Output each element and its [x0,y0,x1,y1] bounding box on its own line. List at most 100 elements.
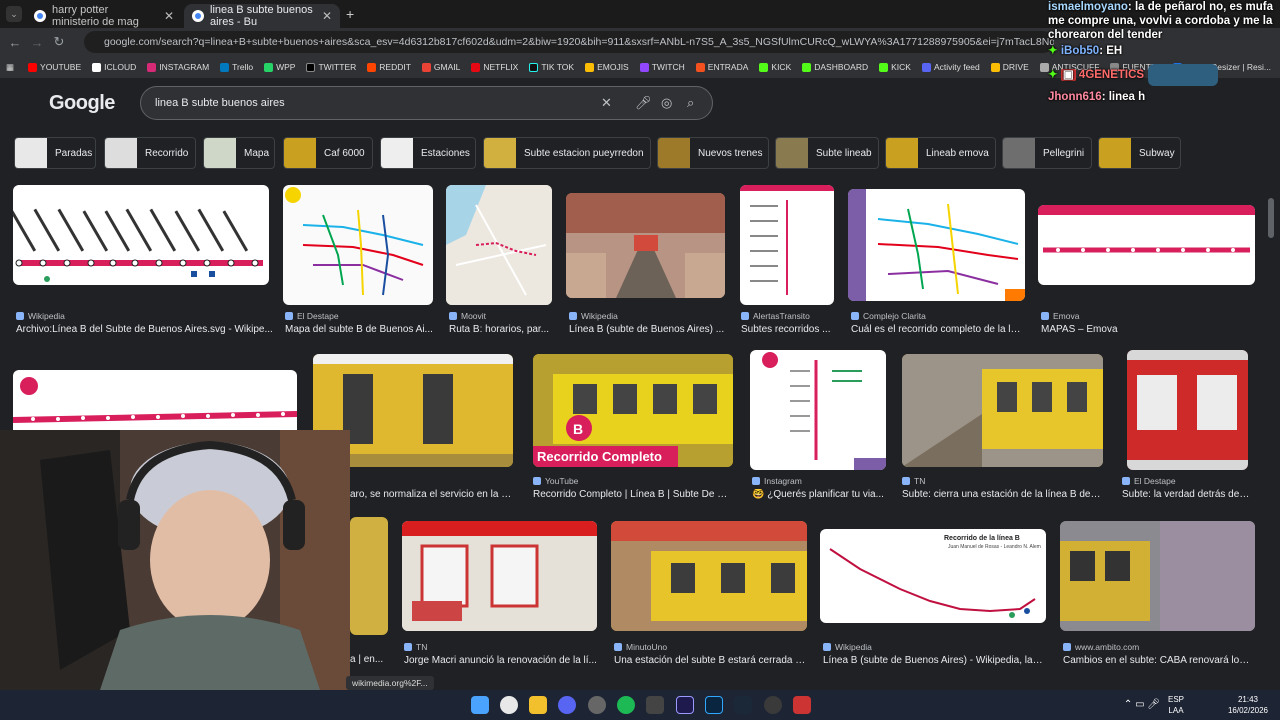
result-title[interactable]: Una estación del subte B estará cerrada … [614,655,807,666]
chip-pellegrini[interactable]: Pellegrini [1002,137,1092,169]
result-image-train-interior[interactable] [402,521,597,631]
result-source[interactable]: YouTube [533,476,578,486]
bookmark-kick-2[interactable]: KICK [879,62,911,72]
result-title[interactable]: Recorrido Completo | Línea B | Subte De … [533,489,733,500]
bookmark-dashboard[interactable]: DASHBOARD [802,62,868,72]
result-source[interactable]: El Destape [1122,476,1176,486]
tab-search-button[interactable]: ⌄ [6,6,22,22]
result-image-route-list[interactable] [740,185,834,305]
result-image-partial[interactable] [350,517,388,635]
bookmark-tiktok[interactable]: TIK TOK [529,62,574,72]
chip-lineab-emova[interactable]: Lineab emova [885,137,996,169]
apps-icon[interactable]: ▦ [6,62,14,73]
tray-icons[interactable]: ⌃ ▭ 🎤︎ [1124,699,1160,710]
clock[interactable]: 21:43 16/02/2026 [1228,694,1268,716]
mic-icon[interactable]: 🎤︎ [635,95,652,111]
google-logo[interactable]: Google [49,92,115,115]
result-image-network-map[interactable] [848,189,1025,301]
search-box[interactable]: linea B subte buenos aires ✕ 🎤︎ ◎ ⌕ [140,86,713,120]
result-source[interactable]: Wikipedia [823,642,872,652]
bookmark-kick[interactable]: KICK [759,62,791,72]
chrome-icon[interactable] [500,696,518,714]
chip-estaciones[interactable]: Estaciones [380,137,476,169]
chip-paradas[interactable]: Paradas [14,137,96,169]
result-source[interactable]: Complejo Clarita [851,311,926,321]
bookmark-instagram[interactable]: INSTAGRAM [147,62,209,72]
result-image-red-train[interactable] [1127,350,1248,470]
result-title[interactable]: Subtes recorridos ... [741,324,833,335]
result-source[interactable]: Instagram [752,476,802,486]
windows-start-icon[interactable] [471,696,489,714]
result-title[interactable]: Mapa del subte B de Buenos Ai... [285,324,433,335]
result-image-route-map[interactable]: Recorrido de la línea B Juan Manuel de R… [820,529,1046,623]
result-image-subte-map[interactable] [283,185,433,305]
bookmark-activity-feed[interactable]: Activity feed [921,62,980,72]
file-explorer-icon[interactable] [529,696,547,714]
result-title[interactable]: Línea B (subte de Buenos Aires) ... [569,324,729,335]
bookmark-emojis[interactable]: EMOJIS [585,62,629,72]
bookmark-entrada[interactable]: ENTRADA [695,62,748,72]
bookmark-reddit[interactable]: REDDIT [367,62,411,72]
chip-mapa[interactable]: Mapa [203,137,275,169]
premiere-icon[interactable] [676,696,694,714]
bookmark-gmail[interactable]: GMAIL [421,62,460,72]
bookmark-twitch[interactable]: TWITCH [639,62,685,72]
close-tab-icon[interactable]: ✕ [322,9,332,23]
chip-nuevos-trenes[interactable]: Nuevos trenes [657,137,769,169]
spotify-icon[interactable] [617,696,635,714]
clear-icon[interactable]: ✕ [601,95,612,111]
result-image-line-diagram[interactable] [13,185,269,285]
result-image-youtube-thumb[interactable]: B Recorrido Completo [533,354,733,467]
result-title[interactable]: 🤓 ¿Querés planificar tu via... [752,489,886,500]
result-title[interactable]: a | en... [350,654,390,665]
result-title[interactable]: Cuál es el recorrido completo de la lí..… [851,324,1021,335]
reload-icon[interactable]: ↻ [48,34,70,50]
chip-subway[interactable]: Subway [1098,137,1181,169]
lens-icon[interactable]: ◎ [661,95,672,111]
result-image-moovit-map[interactable] [446,185,552,305]
result-source[interactable]: MinutoUno [614,642,667,652]
bookmark-icloud[interactable]: ICLOUD [92,62,136,72]
scrollbar-thumb[interactable] [1268,198,1274,238]
close-tab-icon[interactable]: ✕ [164,9,174,23]
result-source[interactable]: Wikipedia [569,311,618,321]
result-title[interactable]: Línea B (subte de Buenos Aires) - Wikipe… [823,655,1045,666]
new-tab-icon[interactable]: + [346,6,354,22]
result-source[interactable]: TN [404,642,427,652]
discord-icon[interactable] [558,696,576,714]
result-image-old-train[interactable] [1060,521,1255,631]
photoshop-icon[interactable] [705,696,723,714]
result-source[interactable]: Moovit [449,311,486,321]
result-image-station-interior[interactable] [566,193,725,298]
obs-icon[interactable] [588,696,606,714]
result-source[interactable]: El Destape [285,311,339,321]
result-source[interactable]: TN [902,476,925,486]
result-image-subte-platform[interactable] [902,354,1103,467]
result-title[interactable]: MAPAS – Emova [1041,324,1255,335]
steam-icon[interactable] [734,696,752,714]
result-title[interactable]: aro, se normaliza el servicio en la lí..… [350,489,513,500]
result-image-instagram-map[interactable] [750,350,886,470]
edge-icon[interactable] [764,696,782,714]
chip-subte-lineab[interactable]: Subte lineab [775,137,879,169]
tab-harry-potter[interactable]: harry potter ministerio de mag ✕ [26,4,182,28]
bookmark-drive[interactable]: DRIVE [990,62,1029,72]
forward-icon[interactable]: → [26,35,48,50]
bookmark-netflix[interactable]: NETFLIX [471,62,518,72]
language-indicator[interactable]: ESP LAA [1168,694,1184,716]
result-source[interactable]: AlertasTransito [741,311,810,321]
app-icon[interactable] [646,696,664,714]
result-title[interactable]: Cambios en el subte: CABA renovará los .… [1063,655,1253,666]
back-icon[interactable]: ← [4,35,26,50]
bookmark-trello[interactable]: Trello [220,62,253,72]
search-input[interactable]: linea B subte buenos aires [155,97,285,109]
result-source[interactable]: www.ambito.com [1063,642,1139,652]
tab-linea-b[interactable]: linea B subte buenos aires - Bu ✕ [184,4,340,28]
result-title[interactable]: Ruta B: horarios, par... [449,324,553,335]
bookmark-twitter[interactable]: TWITTER [306,62,356,72]
bookmark-wpp[interactable]: WPP [264,62,295,72]
app-red-icon[interactable] [793,696,811,714]
chip-recorrido[interactable]: Recorrido [104,137,196,169]
result-title[interactable]: Archivo:Línea B del Subte de Buenos Aire… [16,324,276,335]
bookmark-youtube[interactable]: YOUTUBE [28,62,81,72]
